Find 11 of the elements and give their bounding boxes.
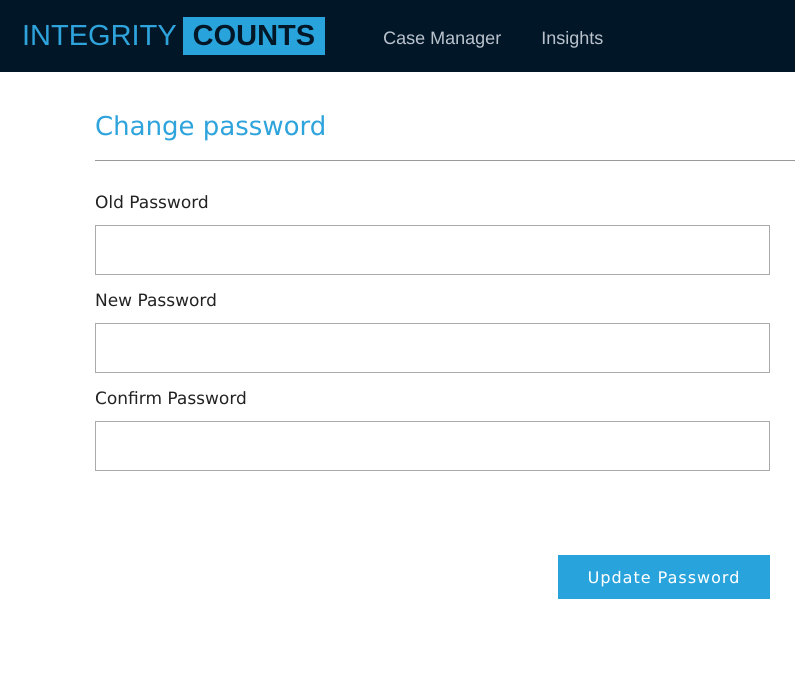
logo-text: INTEGRITY (22, 20, 177, 52)
logo-highlight: COUNTS (182, 17, 326, 55)
field-label: Old Password (95, 193, 210, 213)
password-field[interactable] (95, 225, 770, 275)
nav-link[interactable]: Insights (541, 28, 604, 48)
page-title: Change password (95, 111, 328, 144)
field-label: Confirm Password (95, 389, 248, 409)
password-field[interactable] (95, 323, 770, 373)
nav-link[interactable]: Case Manager (383, 28, 502, 48)
password-field[interactable] (95, 421, 770, 471)
field-label: New Password (95, 291, 218, 311)
